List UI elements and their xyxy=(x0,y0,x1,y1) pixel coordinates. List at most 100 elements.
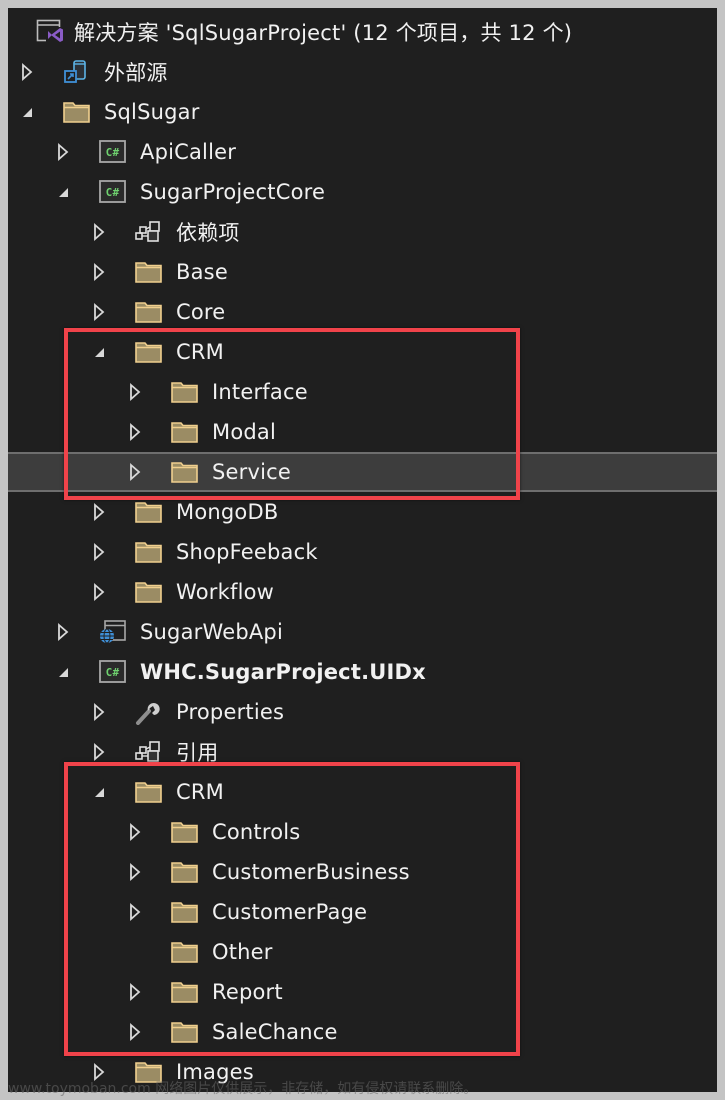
collapsed-triangle-icon[interactable] xyxy=(20,63,34,81)
collapsed-triangle-icon[interactable] xyxy=(128,823,142,841)
folder-icon xyxy=(134,259,164,285)
svg-text:C#: C# xyxy=(106,146,120,159)
expanded-triangle-icon[interactable] xyxy=(20,103,34,121)
collapsed-triangle-icon[interactable] xyxy=(128,983,142,1001)
tree-item-label: SaleChance xyxy=(212,1020,338,1044)
tree-item-modal[interactable]: Modal xyxy=(8,412,717,452)
collapsed-triangle-icon[interactable] xyxy=(128,903,142,921)
folder-icon xyxy=(134,499,164,525)
tree-item-label: CustomerBusiness xyxy=(212,860,410,884)
tree-item-sugarprojectcore[interactable]: C# SugarProjectCore xyxy=(8,172,717,212)
collapsed-triangle-icon[interactable] xyxy=(128,423,142,441)
tree-item-label: Workflow xyxy=(176,580,275,604)
dependencies-icon xyxy=(134,739,164,765)
tree-item-mongodb[interactable]: MongoDB xyxy=(8,492,717,532)
tree-item-other[interactable]: Other xyxy=(8,932,717,972)
tree-item-label: SqlSugar xyxy=(104,100,200,124)
tree-item-crm-core[interactable]: CRM xyxy=(8,332,717,372)
folder-icon xyxy=(134,779,164,805)
folder-icon xyxy=(62,99,92,125)
tree-item-label: MongoDB xyxy=(176,500,279,524)
solution-title: 解决方案 'SqlSugarProject' (12 个项目，共 12 个) xyxy=(74,21,573,45)
tree-item-label: Other xyxy=(212,940,273,964)
expanded-triangle-icon[interactable] xyxy=(92,343,106,361)
tree-item-label: SugarWebApi xyxy=(140,620,283,644)
tree-item-whc-uidx[interactable]: C# WHC.SugarProject.UIDx xyxy=(8,652,717,692)
tree-item-crm-ui[interactable]: CRM xyxy=(8,772,717,812)
tree-item-label: Core xyxy=(176,300,226,324)
tree-item-report[interactable]: Report xyxy=(8,972,717,1012)
tree-item-label: Controls xyxy=(212,820,301,844)
folder-icon xyxy=(134,539,164,565)
folder-icon xyxy=(170,419,200,445)
collapsed-triangle-icon[interactable] xyxy=(92,303,106,321)
expanded-triangle-icon[interactable] xyxy=(56,183,70,201)
tree-item-customerpage[interactable]: CustomerPage xyxy=(8,892,717,932)
folder-icon xyxy=(170,1019,200,1045)
svg-text:C#: C# xyxy=(106,186,120,199)
collapsed-triangle-icon[interactable] xyxy=(128,863,142,881)
folder-icon xyxy=(170,859,200,885)
tree-item-properties[interactable]: Properties xyxy=(8,692,717,732)
tree-item-workflow[interactable]: Workflow xyxy=(8,572,717,612)
collapsed-triangle-icon[interactable] xyxy=(92,703,106,721)
tree-item-label: CRM xyxy=(176,780,224,804)
tree-item-label: CRM xyxy=(176,340,224,364)
tree-item-interface[interactable]: Interface xyxy=(8,372,717,412)
collapsed-triangle-icon[interactable] xyxy=(56,143,70,161)
watermark-text: www.toymoban.com 网络图片仅供展示，非存储，如有侵权请联系删除。 xyxy=(8,1081,478,1097)
tree-item-external-sources[interactable]: 外部源 xyxy=(8,52,717,92)
folder-icon xyxy=(134,579,164,605)
wrench-icon xyxy=(134,699,164,725)
tree-item-customerbusiness[interactable]: CustomerBusiness xyxy=(8,852,717,892)
tree-item-references[interactable]: 引用 xyxy=(8,732,717,772)
tree-item-controls[interactable]: Controls xyxy=(8,812,717,852)
tree-item-apicaller[interactable]: C# ApiCaller xyxy=(8,132,717,172)
expanded-triangle-icon[interactable] xyxy=(56,663,70,681)
csharp-project-icon: C# xyxy=(98,139,128,165)
tree-item-label: 依赖项 xyxy=(176,221,240,245)
collapsed-triangle-icon[interactable] xyxy=(128,1023,142,1041)
tree-item-label: ApiCaller xyxy=(140,140,237,164)
tree-item-label: CustomerPage xyxy=(212,900,368,924)
collapsed-triangle-icon[interactable] xyxy=(56,623,70,641)
collapsed-triangle-icon[interactable] xyxy=(92,223,106,241)
tree-item-sugarwebapi[interactable]: SugarWebApi xyxy=(8,612,717,652)
collapsed-triangle-icon[interactable] xyxy=(128,383,142,401)
collapsed-triangle-icon[interactable] xyxy=(92,543,106,561)
tree-item-label: Properties xyxy=(176,700,285,724)
tree-item-shopfeeback[interactable]: ShopFeeback xyxy=(8,532,717,572)
tree-item-label: ShopFeeback xyxy=(176,540,318,564)
solution-root-row[interactable]: 解决方案 'SqlSugarProject' (12 个项目，共 12 个) xyxy=(8,12,717,52)
folder-icon xyxy=(170,459,200,485)
collapsed-triangle-icon[interactable] xyxy=(92,743,106,761)
folder-icon xyxy=(134,339,164,365)
folder-icon xyxy=(170,899,200,925)
tree-item-base[interactable]: Base xyxy=(8,252,717,292)
web-project-icon xyxy=(98,619,128,645)
tree-item-dependencies[interactable]: 依赖项 xyxy=(8,212,717,252)
tree-item-salechance[interactable]: SaleChance xyxy=(8,1012,717,1052)
collapsed-triangle-icon[interactable] xyxy=(92,583,106,601)
external-sources-icon xyxy=(62,59,92,85)
tree-item-label: Report xyxy=(212,980,283,1004)
tree-item-label: Modal xyxy=(212,420,276,444)
folder-icon xyxy=(170,379,200,405)
tree-item-label: Service xyxy=(212,460,292,484)
folder-icon xyxy=(170,979,200,1005)
tree-item-core[interactable]: Core xyxy=(8,292,717,332)
folder-icon xyxy=(170,939,200,965)
collapsed-triangle-icon[interactable] xyxy=(128,463,142,481)
dependencies-icon xyxy=(134,219,164,245)
tree-item-service[interactable]: Service xyxy=(8,452,717,492)
expanded-triangle-icon[interactable] xyxy=(92,783,106,801)
tree-item-label: Interface xyxy=(212,380,308,404)
tree-item-label: 外部源 xyxy=(104,61,168,85)
tree-item-label: 引用 xyxy=(176,741,219,765)
collapsed-triangle-icon[interactable] xyxy=(92,503,106,521)
tree-item-sqlsugar[interactable]: SqlSugar xyxy=(8,92,717,132)
tree-item-label: Base xyxy=(176,260,228,284)
collapsed-triangle-icon[interactable] xyxy=(92,263,106,281)
tree-item-label: SugarProjectCore xyxy=(140,180,326,204)
visual-studio-solution-icon xyxy=(36,19,66,45)
